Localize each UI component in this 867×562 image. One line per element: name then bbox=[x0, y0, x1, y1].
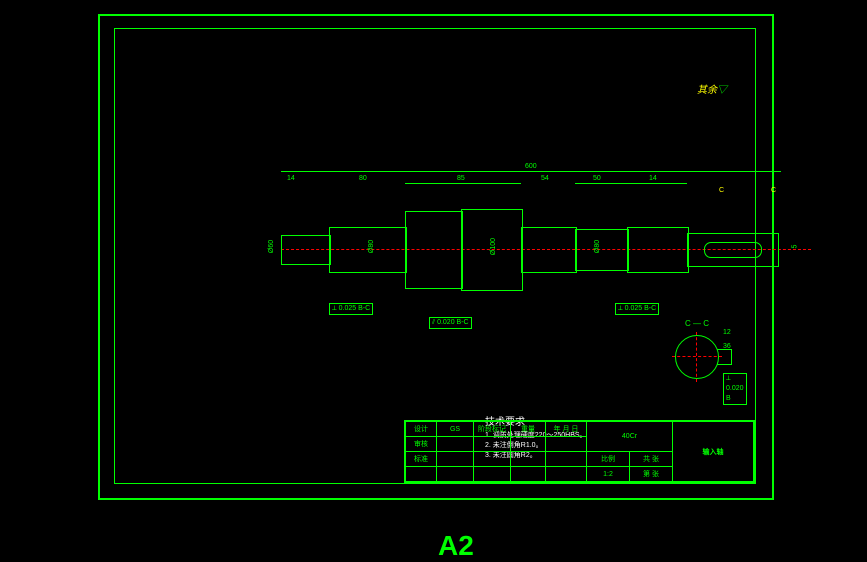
fcf-1: ⟂ 0.025 B-C bbox=[329, 303, 373, 315]
section-dim1: 12 bbox=[723, 329, 731, 336]
shaft-main-view: 600 85 50 14 14 80 54 C C Ø60 Ø80 Ø100 Ø… bbox=[281, 205, 811, 293]
dim-overall-value: 600 bbox=[525, 163, 537, 170]
shaft-section-7 bbox=[627, 227, 689, 273]
shaft-section-8 bbox=[687, 233, 779, 267]
dim-d1: Ø60 bbox=[268, 240, 275, 253]
section-centerline-v bbox=[696, 332, 697, 382]
drawing-frame-inner: 其余▽ 600 85 50 14 14 80 54 C C Ø60 bbox=[114, 28, 756, 484]
shaft-section-6 bbox=[575, 229, 629, 271]
shaft-section-5 bbox=[521, 227, 577, 273]
part-name-cell: 输入轴 bbox=[673, 422, 754, 482]
material-cell: 40Cr bbox=[587, 422, 673, 452]
shaft-section-1 bbox=[281, 235, 331, 265]
section-dim2: 36 bbox=[723, 343, 731, 350]
section-view-cc: C — C 12 36 ⟂ 0.020 B bbox=[671, 325, 735, 389]
dim-overall bbox=[281, 171, 781, 172]
shaft-section-3 bbox=[405, 211, 463, 289]
sheet-size-label: A2 bbox=[438, 530, 474, 562]
section-keyway bbox=[717, 349, 732, 365]
fcf-3: ⟂ 0.025 B-C bbox=[615, 303, 659, 315]
dim-d3: Ø100 bbox=[490, 238, 497, 255]
surface-finish-note: 其余▽ bbox=[697, 81, 727, 96]
dim-d4: Ø80 bbox=[594, 240, 601, 253]
dim-d2: Ø80 bbox=[368, 240, 375, 253]
keyway-slot bbox=[704, 242, 762, 258]
section-label: C — C bbox=[685, 319, 709, 328]
section-circle bbox=[675, 335, 719, 379]
dimension-set-top: 600 85 50 14 14 80 54 C C bbox=[281, 169, 811, 205]
fcf-4: ⟂ 0.020 B bbox=[723, 373, 747, 405]
fcf-2: ⫽ 0.020 B-C bbox=[429, 317, 472, 329]
title-block: 设计 GS 阶段标记 重量 年 月 日 40Cr 输入轴 审核 标准 比例 共 … bbox=[404, 420, 755, 483]
section-centerline-h bbox=[672, 356, 722, 357]
section-cut-c: C bbox=[719, 187, 724, 194]
dim-d5: 5 bbox=[791, 245, 798, 249]
section-cut-c2: C bbox=[771, 187, 776, 194]
